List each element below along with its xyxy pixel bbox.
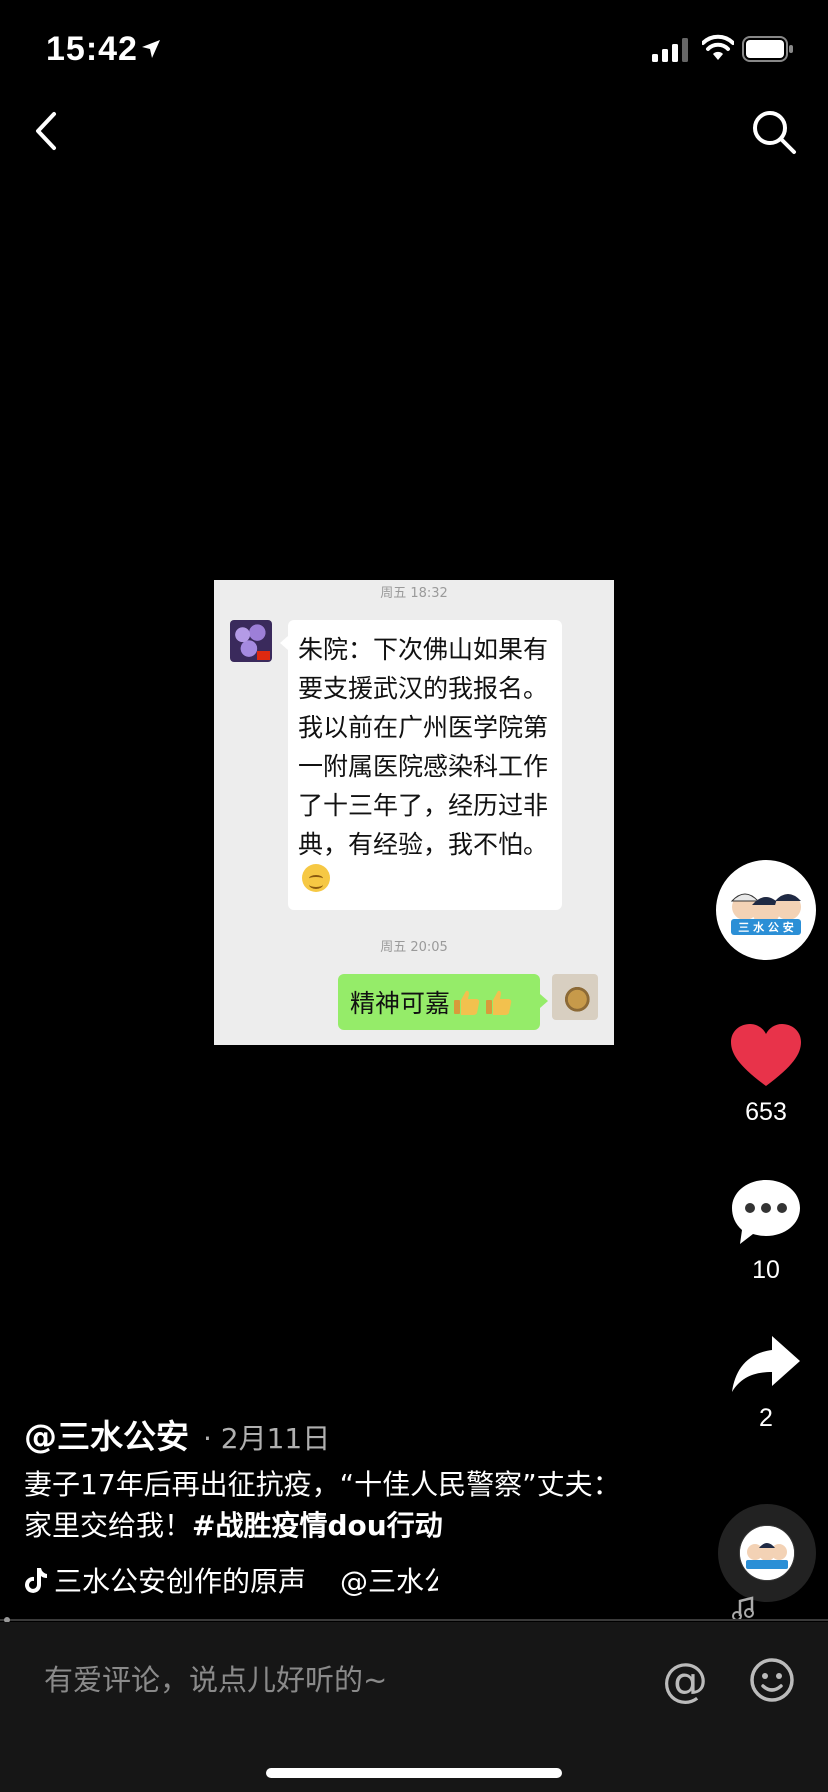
creator-avatar[interactable]: 三 水 公 安 (716, 860, 816, 960)
post-date: · 2月11日 (203, 1422, 331, 1455)
video-progress-bar[interactable] (0, 1619, 828, 1621)
back-button[interactable] (28, 106, 68, 156)
music-info[interactable]: 三水公安创作的原声 @三水公安 (24, 1560, 438, 1600)
chat-bubble-received: 朱院：下次佛山如果有要支援武汉的我报名。我以前在广州医学院第一附属医院感染科工作… (280, 620, 562, 910)
home-indicator (266, 1768, 562, 1778)
heart-icon (731, 1024, 801, 1086)
svg-text:@: @ (662, 1653, 708, 1707)
status-bar: 15:42 (0, 0, 828, 100)
police-mascot-logo-icon: 三 水 公 安 (719, 863, 813, 957)
comment-icon (732, 1180, 800, 1244)
at-mention-button[interactable]: @ (660, 1652, 710, 1708)
comment-count: 10 (752, 1256, 780, 1284)
police-mascot-logo-icon (740, 1526, 794, 1580)
cellular-signal-icon (652, 38, 688, 62)
author-name[interactable]: @三水公安 (24, 1410, 189, 1458)
sender-avatar (230, 620, 272, 662)
music-disc[interactable] (718, 1504, 816, 1602)
tiktok-icon (25, 1568, 47, 1593)
svg-text:三 水 公 安: 三 水 公 安 (738, 920, 794, 934)
hashtag-link[interactable]: #战胜疫情dou行动 (192, 1509, 443, 1542)
post-caption: 妻子17年后再出征抗疫，“十佳人民警察”丈夫：家里交给我！#战胜疫情dou行动 (24, 1464, 624, 1546)
status-time: 15:42 (46, 30, 138, 68)
search-button[interactable] (750, 108, 798, 156)
like-button[interactable]: 653 (716, 1022, 816, 1127)
chat-message-text: 精神可嘉 (350, 989, 451, 1018)
battery-icon (742, 36, 793, 62)
chat-timestamp: 周五 18:32 (380, 586, 448, 601)
emoji-button[interactable] (748, 1656, 796, 1704)
music-author: @三水公安 (340, 1565, 438, 1598)
wifi-icon (702, 34, 734, 60)
location-arrow-icon (142, 40, 160, 58)
comment-input[interactable] (44, 1652, 604, 1708)
share-count: 2 (759, 1404, 773, 1432)
music-title: 三水公安创作的原声 (54, 1565, 307, 1598)
author-line: @三水公安 · 2月11日 (24, 1410, 330, 1458)
video-chat-screenshot: 周五 18:32 朱院：下次佛山如果有要支援武汉的我报名。我以前在广州医学院第一… (214, 580, 614, 1045)
chat-timestamp: 周五 20:05 (380, 940, 448, 955)
thumbs-up-icon (454, 990, 480, 1015)
flag-icon (257, 651, 270, 660)
chat-bubble-sent: 精神可嘉 (338, 974, 548, 1030)
chat-message-text: 朱院：下次佛山如果有要支援武汉的我报名。我以前在广州医学院第一附属医院感染科工作… (298, 635, 549, 859)
music-disc-cover (740, 1526, 794, 1580)
receiver-avatar (552, 974, 598, 1020)
comment-bar: @ (0, 1622, 828, 1792)
smile-emoji-icon (302, 864, 330, 892)
share-icon (732, 1336, 800, 1392)
comment-button[interactable]: 10 (716, 1178, 816, 1285)
share-button[interactable]: 2 (716, 1334, 816, 1433)
thumbs-up-icon (486, 990, 512, 1015)
like-count: 653 (745, 1098, 787, 1126)
